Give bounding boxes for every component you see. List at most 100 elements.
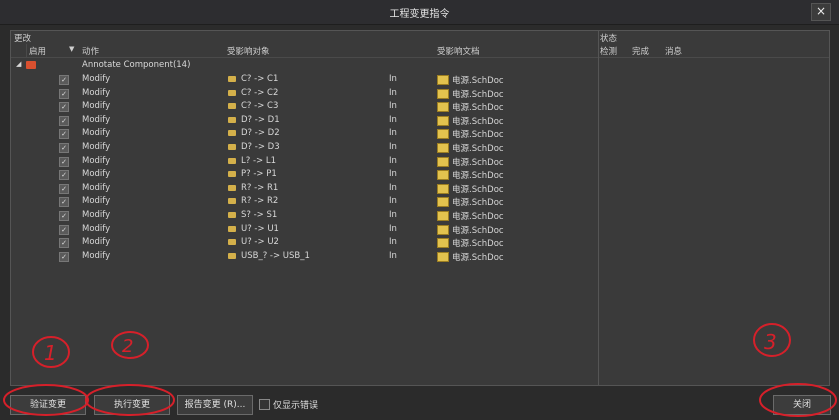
component-icon (228, 157, 236, 164)
enable-checkbox[interactable]: ✓ (59, 183, 69, 194)
row-action: Modify (82, 114, 111, 125)
enable-checkbox[interactable]: ✓ (59, 224, 69, 235)
row-action: Modify (82, 74, 111, 84)
row-object: D? -> D3 (241, 142, 280, 152)
enable-checkbox[interactable]: ✓ (59, 170, 69, 181)
row-object: S? -> S1 (241, 210, 278, 220)
table-row[interactable]: ✓ Modify R? -> R1 In 电源.SchDoc (11, 182, 829, 195)
row-document: 电源.SchDoc (452, 130, 504, 141)
group-row[interactable]: ◢ Annotate Component(14) (11, 59, 829, 72)
row-document: 电源.SchDoc (452, 76, 504, 86)
row-object: P? -> P1 (241, 169, 277, 180)
row-object: C? -> C3 (241, 101, 279, 112)
table-row[interactable]: ✓ Modify L? -> L1 In 电源.SchDoc (11, 155, 829, 168)
only-errors-checkbox[interactable] (259, 399, 270, 410)
row-document: 电源.SchDoc (452, 212, 504, 222)
row-action: Modify (82, 101, 111, 112)
row-action: Modify (82, 223, 111, 234)
document-icon (437, 88, 449, 99)
table-row[interactable]: ✓ Modify D? -> D3 In 电源.SchDoc (11, 141, 829, 154)
table-row[interactable]: ✓ Modify U? -> U1 In 电源.SchDoc (11, 223, 829, 236)
close-icon[interactable]: × (811, 3, 831, 21)
row-action: Modify (82, 142, 111, 152)
sort-down-icon[interactable]: ▼ (69, 45, 74, 53)
document-icon (437, 211, 449, 221)
table-row[interactable]: ✓ Modify C? -> C2 In 电源.SchDoc (11, 87, 829, 100)
document-icon (437, 170, 449, 181)
row-action: Modify (82, 155, 111, 166)
enable-checkbox[interactable]: ✓ (59, 211, 69, 221)
row-direction: In (389, 74, 397, 84)
folder-icon (26, 61, 36, 69)
row-direction: In (389, 87, 397, 98)
table-row[interactable]: ✓ Modify USB_? -> USB_1 In 电源.SchDoc (11, 250, 829, 263)
enable-checkbox[interactable]: ✓ (59, 115, 69, 126)
row-direction: In (389, 101, 397, 112)
row-object: D? -> D1 (241, 114, 280, 125)
document-icon (437, 224, 449, 235)
header-affected-doc[interactable]: 受影响文档 (437, 45, 480, 57)
row-object: D? -> D2 (241, 128, 280, 139)
enable-checkbox[interactable]: ✓ (59, 75, 69, 85)
table-row[interactable]: ✓ Modify D? -> D1 In 电源.SchDoc (11, 114, 829, 127)
row-direction: In (389, 196, 397, 207)
row-action: Modify (82, 182, 111, 193)
document-icon (437, 183, 449, 194)
component-icon (228, 76, 236, 82)
row-document: 电源.SchDoc (452, 116, 504, 127)
component-icon (228, 198, 236, 205)
row-object: L? -> L1 (241, 155, 276, 166)
header-enable[interactable]: 启用 (29, 45, 46, 57)
row-action: Modify (82, 128, 111, 139)
changes-table: 更改 状态 启用 ▼ 动作 受影响对象 受影响文档 检测 完成 消息 ◢ Ann… (10, 30, 830, 386)
table-row[interactable]: ✓ Modify P? -> P1 In 电源.SchDoc (11, 168, 829, 181)
row-action: Modify (82, 169, 111, 180)
enable-checkbox[interactable]: ✓ (59, 129, 69, 140)
row-direction: In (389, 223, 397, 234)
component-icon (228, 89, 236, 96)
table-row[interactable]: ✓ Modify C? -> C1 In 电源.SchDoc (11, 73, 829, 86)
close-button[interactable]: 关闭 (773, 395, 831, 415)
document-icon (437, 75, 449, 85)
enable-checkbox[interactable]: ✓ (59, 102, 69, 113)
component-icon (228, 116, 236, 123)
enable-checkbox[interactable]: ✓ (59, 238, 69, 249)
row-action: Modify (82, 210, 111, 220)
validate-button[interactable]: 验证变更 (10, 395, 86, 415)
collapse-icon[interactable]: ◢ (16, 60, 21, 68)
execute-button[interactable]: 执行变更 (94, 395, 170, 415)
document-icon (437, 238, 449, 249)
component-icon (228, 225, 236, 232)
enable-checkbox[interactable]: ✓ (59, 88, 69, 99)
component-icon (228, 184, 236, 191)
component-icon (228, 239, 236, 246)
header-affected-object[interactable]: 受影响对象 (227, 45, 270, 57)
row-direction: In (389, 128, 397, 139)
table-row[interactable]: ✓ Modify R? -> R2 In 电源.SchDoc (11, 195, 829, 208)
header-check[interactable]: 检测 (600, 45, 617, 57)
column-divider (26, 44, 27, 57)
row-document: 电源.SchDoc (452, 144, 504, 154)
enable-checkbox[interactable]: ✓ (59, 251, 69, 262)
table-row[interactable]: ✓ Modify U? -> U2 In 电源.SchDoc (11, 236, 829, 249)
enable-checkbox[interactable]: ✓ (59, 197, 69, 208)
row-document: 电源.SchDoc (452, 171, 504, 182)
row-direction: In (389, 182, 397, 193)
table-row[interactable]: ✓ Modify C? -> C3 In 电源.SchDoc (11, 100, 829, 113)
row-document: 电源.SchDoc (452, 239, 504, 250)
enable-checkbox[interactable]: ✓ (59, 143, 69, 153)
component-icon (228, 144, 236, 150)
header-message[interactable]: 消息 (665, 45, 682, 57)
report-button[interactable]: 报告变更 (R)... (177, 395, 253, 415)
row-direction: In (389, 155, 397, 166)
table-row[interactable]: ✓ Modify D? -> D2 In 电源.SchDoc (11, 127, 829, 140)
header-done[interactable]: 完成 (632, 45, 649, 57)
row-object: C? -> C1 (241, 74, 279, 84)
enable-checkbox[interactable]: ✓ (59, 156, 69, 167)
component-icon (228, 103, 236, 110)
row-action: Modify (82, 250, 111, 261)
table-row[interactable]: ✓ Modify S? -> S1 In 电源.SchDoc (11, 209, 829, 222)
header-action[interactable]: 动作 (82, 45, 99, 57)
title-bar: 工程变更指令 × (0, 0, 839, 25)
row-document: 电源.SchDoc (452, 225, 504, 236)
